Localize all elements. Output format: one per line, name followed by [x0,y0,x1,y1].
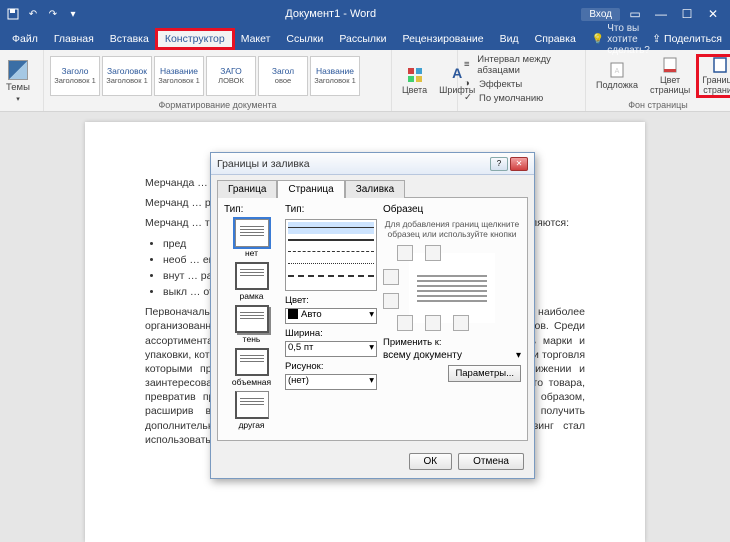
setting-header: Тип: [224,204,279,215]
style-option[interactable]: Заголовое [258,56,308,96]
style-option[interactable]: ЗаголоЗаголовок 1 [50,56,100,96]
tab-references[interactable]: Ссылки [278,30,331,48]
bulb-icon: 💡 [592,34,604,45]
setting-box[interactable]: рамка [224,262,279,301]
page-color-icon [661,56,679,74]
effects-icon: ◑ [464,78,476,90]
login-button[interactable]: Вход [581,8,620,21]
spacing-icon: ≡ [464,59,474,71]
share-button[interactable]: ⇪Поделиться [652,33,722,45]
close-icon[interactable]: ✕ [702,7,724,21]
qat-more-icon[interactable]: ▾ [66,7,80,21]
style-option[interactable]: НазваниеЗаголовок 1 [154,56,204,96]
style-header: Тип: [285,204,377,215]
setting-custom[interactable]: другая [224,391,279,430]
group-formatting-label: Форматирование документа [50,99,385,110]
edge-left2-button[interactable] [383,293,399,309]
colors-button[interactable]: Цвета [398,66,431,96]
tab-help[interactable]: Справка [527,30,584,48]
edge-bottom2-button[interactable] [425,315,441,331]
borders-dialog: Границы и заливка ? ✕ Граница Страница З… [210,152,535,479]
style-option[interactable]: ЗаголовокЗаголовок 1 [102,56,152,96]
dialog-tab-fill[interactable]: Заливка [345,180,406,198]
tell-me[interactable]: 💡Что вы хотите сделать? [592,23,652,56]
ok-button[interactable]: ОК [409,453,453,470]
minimize-icon[interactable]: — [650,7,672,21]
redo-icon[interactable]: ↷ [46,7,60,21]
art-label: Рисунок: [285,361,377,372]
preview-page[interactable] [409,253,495,323]
color-label: Цвет: [285,295,377,306]
effects-button[interactable]: ◑Эффекты [464,77,522,91]
dialog-tab-border[interactable]: Граница [217,180,277,198]
cancel-button[interactable]: Отмена [458,453,524,470]
set-default-button[interactable]: ✓По умолчанию [464,91,543,105]
art-select[interactable]: (нет)▾ [285,374,377,390]
setting-3d[interactable]: объемная [224,348,279,387]
apply-select[interactable]: всему документу▾ [383,350,521,361]
tab-home[interactable]: Главная [46,30,102,48]
style-option[interactable]: НазваниеЗаголовок 1 [310,56,360,96]
preview-hint: Для добавления границ щелкните образец и… [383,219,521,239]
tab-file[interactable]: Файл [4,30,46,48]
width-select[interactable]: 0,5 пт▾ [285,341,377,357]
tab-insert[interactable]: Вставка [102,30,157,48]
maximize-icon[interactable]: ☐ [676,7,698,21]
style-gallery[interactable]: ЗаголоЗаголовок 1 ЗаголовокЗаголовок 1 Н… [50,56,360,96]
tab-review[interactable]: Рецензирование [395,30,492,48]
colors-icon [406,66,424,84]
themes-icon [8,60,28,80]
tab-layout[interactable]: Макет [233,30,279,48]
watermark-icon: A [608,61,626,79]
svg-text:A: A [615,68,620,75]
params-button[interactable]: Параметры... [448,365,521,382]
ribbon-options-icon[interactable]: ▭ [624,7,646,21]
page-borders-icon [711,56,729,74]
width-label: Ширина: [285,328,377,339]
edge-top2-button[interactable] [425,245,441,261]
page-borders-button[interactable]: Границы страниц [698,56,730,96]
style-option[interactable]: ЗАГОЛОВОК [206,56,256,96]
edge-bottom3-button[interactable] [453,315,469,331]
undo-icon[interactable]: ↶ [26,7,40,21]
tab-view[interactable]: Вид [492,30,527,48]
dialog-tab-page[interactable]: Страница [277,180,344,198]
default-icon: ✓ [464,92,476,104]
paragraph-spacing-button[interactable]: ≡Интервал между абзацами [464,53,579,77]
edge-top-button[interactable] [397,245,413,261]
dialog-close-icon[interactable]: ✕ [510,157,528,171]
apply-label: Применить к: [383,337,521,348]
group-background-label: Фон страницы [592,99,724,110]
tab-design[interactable]: Конструктор [157,30,233,48]
tab-mailings[interactable]: Рассылки [331,30,394,48]
setting-shadow[interactable]: тень [224,305,279,344]
dialog-help-icon[interactable]: ? [490,157,508,171]
watermark-button[interactable]: AПодложка [592,61,642,91]
color-select[interactable]: Авто▾ [285,308,377,324]
page-color-button[interactable]: Цвет страницы [646,56,694,96]
setting-none[interactable]: нет [224,219,279,258]
dialog-title: Границы и заливка [217,158,488,170]
line-style-list[interactable] [285,219,377,291]
save-icon[interactable] [6,7,20,21]
edge-bottom-button[interactable] [397,315,413,331]
edge-left-button[interactable] [383,269,399,285]
window-title: Документ1 - Word [80,8,581,20]
preview-header: Образец [383,204,521,215]
themes-button[interactable]: Темы▾ [6,60,30,103]
share-icon: ⇪ [652,33,661,45]
